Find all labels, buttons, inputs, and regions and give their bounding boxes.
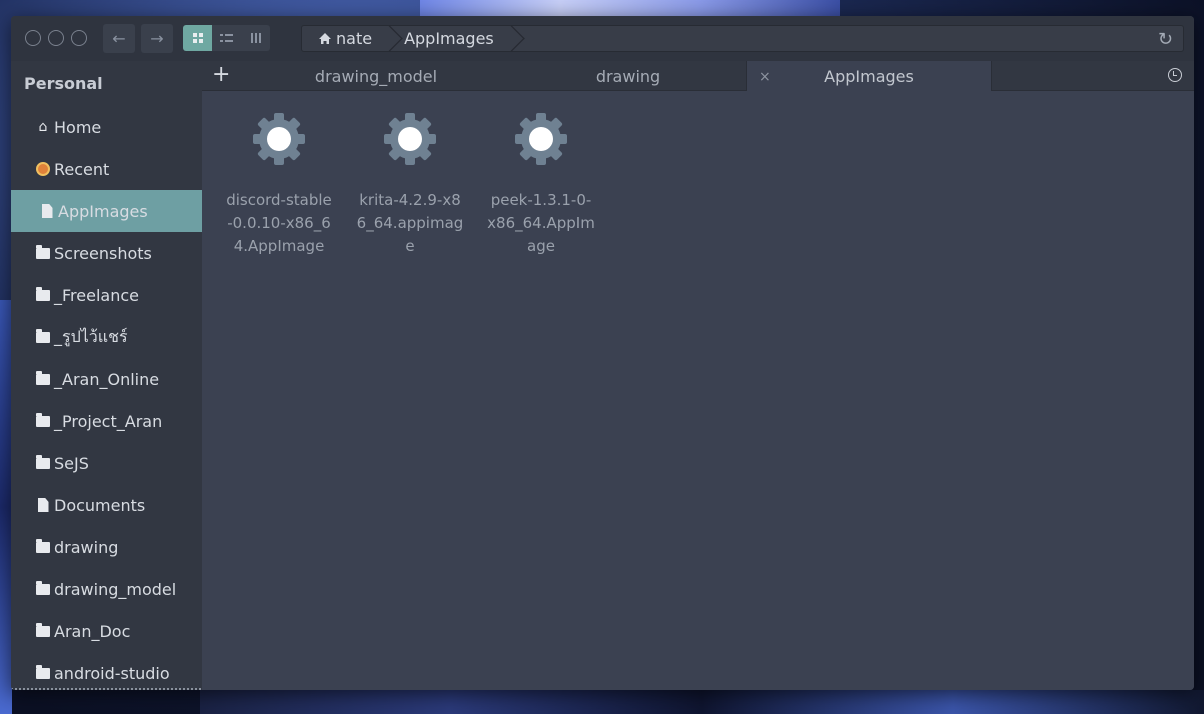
tab-label: drawing [595, 66, 661, 86]
sidebar-item-home[interactable]: ⌂ Home [11, 106, 202, 148]
tab-label: drawing_model [314, 66, 438, 86]
folder-icon [36, 412, 50, 427]
sidebar: Personal ⌂ Home Recent AppImages Screens… [11, 61, 202, 690]
breadcrumb-home[interactable]: nate [302, 26, 382, 51]
sidebar-item-label: Recent [54, 159, 110, 179]
file-name: discord-stable-0.0.10-x86_64.AppImage [226, 191, 332, 255]
maximize-icon[interactable] [71, 30, 87, 46]
breadcrumb-label: AppImages [404, 29, 494, 48]
sidebar-item-label: AppImages [58, 201, 148, 221]
sidebar-item-label: drawing [54, 537, 119, 557]
folder-icon [36, 286, 50, 301]
home-icon [319, 33, 331, 44]
folder-icon [36, 454, 50, 469]
history-icon[interactable] [1168, 68, 1182, 82]
tab-appimages[interactable]: × AppImages [746, 61, 992, 92]
grid-view-icon [192, 33, 203, 43]
column-view-button[interactable] [241, 25, 270, 51]
tab-drawing[interactable]: drawing [510, 61, 746, 91]
sidebar-item-project-aran[interactable]: _Project_Aran [11, 400, 202, 442]
file-item[interactable]: discord-stable-0.0.10-x86_64.AppImage [225, 111, 333, 258]
gear-icon [384, 113, 436, 165]
header-bar: ← → nate AppImages ↻ [11, 16, 1194, 61]
file-view: discord-stable-0.0.10-x86_64.AppImage kr… [202, 91, 1194, 690]
sidebar-item-screenshots[interactable]: Screenshots [11, 232, 202, 274]
file-name: krita-4.2.9-x86_64.appimage [356, 191, 464, 255]
add-tab-button[interactable]: + [212, 63, 230, 87]
file-icon [41, 204, 53, 218]
folder-icon [36, 538, 50, 553]
sidebar-item-label: Home [54, 117, 102, 137]
gear-icon [253, 113, 305, 165]
sidebar-heading: Personal [24, 74, 103, 93]
file-manager-window: ← → nate AppImages ↻ Personal ⌂ Home Rec… [11, 16, 1194, 690]
sidebar-item-label: android-studio [54, 663, 170, 683]
list-view-button[interactable] [212, 25, 241, 51]
sidebar-item-drawing[interactable]: drawing [11, 526, 202, 568]
breadcrumb-separator [504, 25, 518, 52]
close-icon[interactable] [25, 30, 41, 46]
sidebar-item-thai-share[interactable]: _รูปไว้แชร์ [11, 316, 202, 358]
close-icon[interactable]: × [759, 69, 771, 85]
sidebar-item-label: _Freelance [54, 285, 139, 305]
forward-button[interactable]: → [141, 24, 173, 53]
tab-drawing-model[interactable]: drawing_model [242, 61, 510, 91]
folder-icon [36, 370, 50, 385]
file-item[interactable]: peek-1.3.1-0-x86_64.AppImage [487, 111, 595, 258]
recent-icon [36, 162, 50, 176]
folder-icon [36, 580, 50, 595]
breadcrumb-label: nate [336, 29, 373, 48]
refresh-icon[interactable]: ↻ [1158, 29, 1173, 50]
sidebar-item-label: _Project_Aran [54, 411, 163, 431]
sidebar-item-label: SeJS [54, 453, 89, 473]
file-name: peek-1.3.1-0-x86_64.AppImage [487, 191, 595, 255]
sidebar-item-android-studio[interactable]: android-studio [11, 652, 202, 690]
sidebar-item-drawing-model[interactable]: drawing_model [11, 568, 202, 610]
sidebar-item-label: drawing_model [54, 579, 177, 599]
sidebar-item-aran-online[interactable]: _Aran_Online [11, 358, 202, 400]
back-icon: ← [112, 29, 126, 48]
sidebar-item-label: Screenshots [54, 243, 152, 263]
sidebar-item-label: _Aran_Online [54, 369, 160, 389]
sidebar-item-documents[interactable]: Documents [11, 484, 202, 526]
tab-bar: + drawing_model drawing × AppImages [202, 61, 1194, 92]
grid-view-button[interactable] [183, 25, 212, 51]
home-icon: ⌂ [38, 119, 48, 135]
sidebar-item-sejs[interactable]: SeJS [11, 442, 202, 484]
forward-icon: → [150, 29, 164, 48]
folder-icon [36, 244, 50, 259]
breadcrumb-appimages[interactable]: AppImages [396, 26, 504, 51]
sidebar-item-freelance[interactable]: _Freelance [11, 274, 202, 316]
folder-icon [36, 664, 50, 679]
minimize-icon[interactable] [48, 30, 64, 46]
sidebar-item-label: Documents [54, 495, 146, 515]
file-icon [37, 498, 49, 512]
sidebar-item-recent[interactable]: Recent [11, 148, 202, 190]
path-bar[interactable]: nate AppImages ↻ [301, 25, 1184, 52]
file-item[interactable]: krita-4.2.9-x86_64.appimage [356, 111, 464, 258]
tab-label: AppImages [824, 67, 914, 86]
column-view-icon [250, 33, 261, 43]
list-view-icon [219, 34, 233, 42]
gear-icon [515, 113, 567, 165]
sidebar-item-aran-doc[interactable]: Aran_Doc [11, 610, 202, 652]
wallpaper-bottom [200, 690, 1204, 714]
sidebar-item-appimages[interactable]: AppImages [11, 190, 202, 232]
folder-icon [36, 622, 50, 637]
back-button[interactable]: ← [103, 24, 135, 53]
folder-icon [36, 328, 50, 343]
sidebar-scroll-edge [11, 688, 202, 690]
breadcrumb-separator [382, 25, 396, 52]
sidebar-item-label: _รูปไว้แชร์ [54, 326, 128, 346]
sidebar-item-label: Aran_Doc [54, 621, 131, 641]
